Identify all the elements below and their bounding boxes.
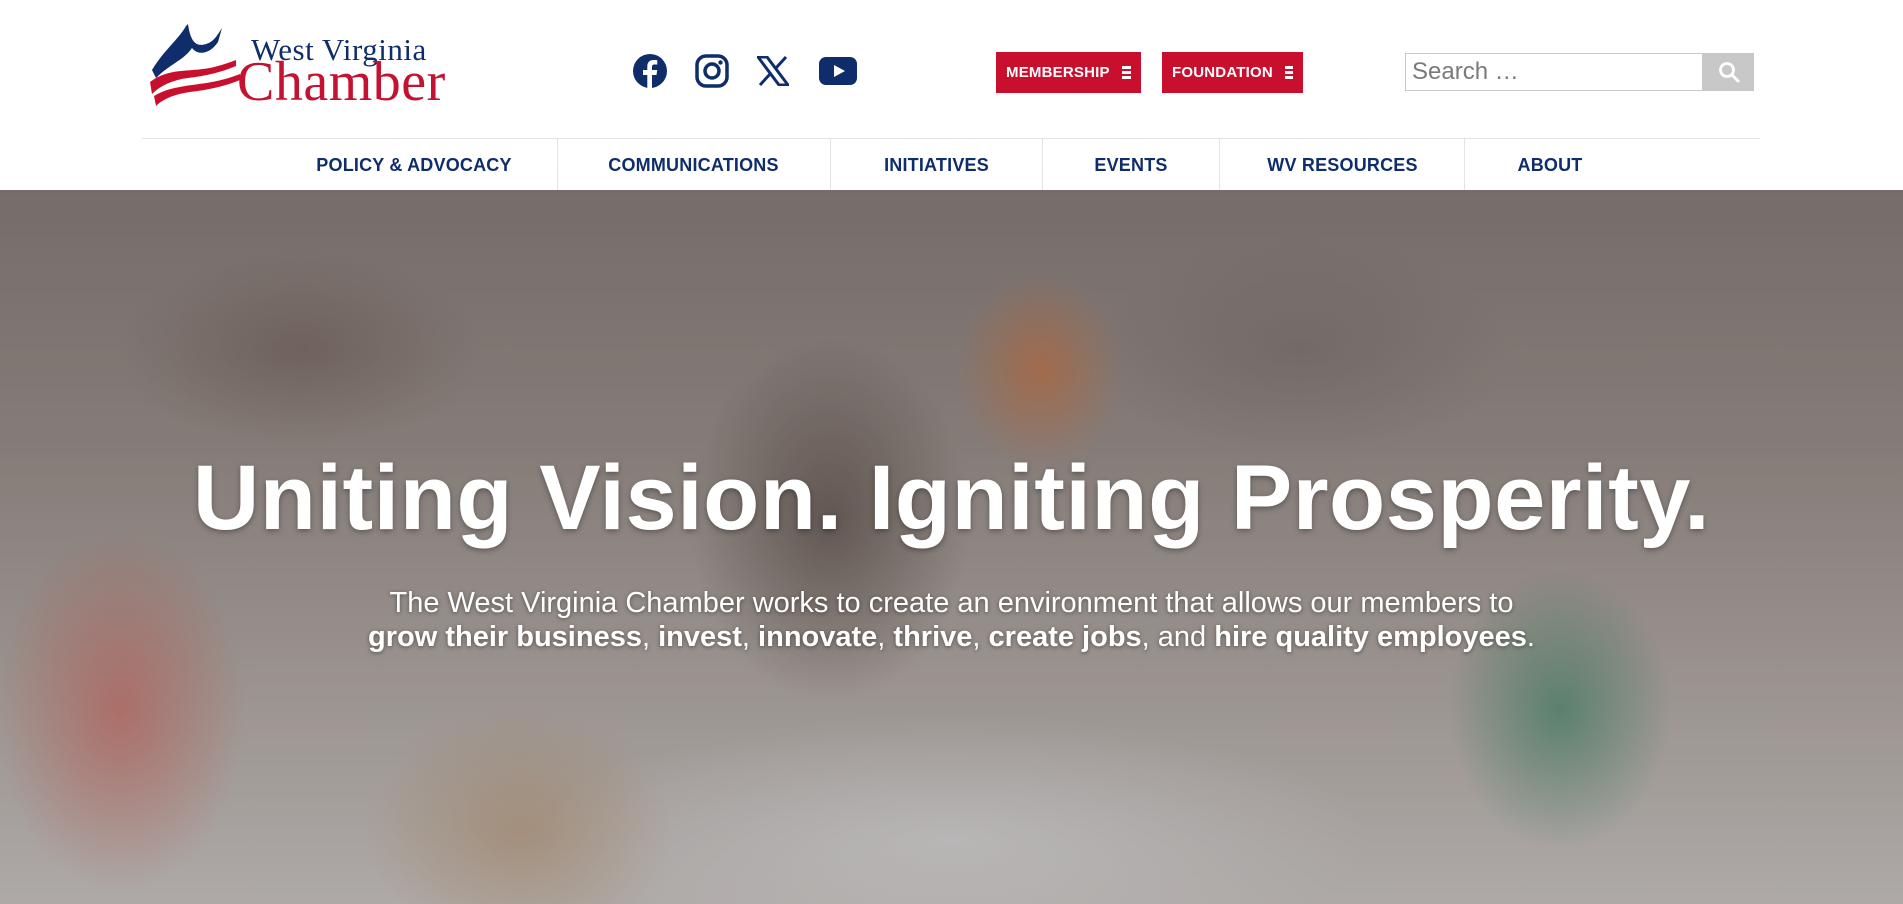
hero-subtitle: The West Virginia Chamber works to creat… (0, 586, 1903, 654)
hero-separator: , (641, 621, 659, 653)
page: West Virginia Chamber MEMBERSHIP FOUNDAT… (0, 0, 1903, 904)
hero-keyword: hire quality employees (1214, 621, 1527, 653)
hero-banner: Uniting Vision. Igniting Prosperity. The… (0, 190, 1903, 904)
hero-keyword: invest (658, 621, 742, 653)
nav-item-communications[interactable]: COMMUNICATIONS (558, 139, 829, 191)
chamber-logo[interactable]: West Virginia Chamber (148, 20, 513, 113)
hero-separator: . (1526, 621, 1535, 653)
search-form (1405, 53, 1754, 91)
hero-separator: , and (1141, 621, 1215, 653)
hero-keyword: innovate (758, 621, 878, 653)
nav-item-events[interactable]: EVENTS (1043, 139, 1219, 191)
hero-separator: , (972, 621, 989, 653)
membership-menu-button[interactable]: MEMBERSHIP (996, 52, 1141, 93)
hero-title: Uniting Vision. Igniting Prosperity. (192, 447, 1711, 549)
hero-keyword: thrive (893, 621, 973, 653)
hero-keyword: create jobs (988, 621, 1142, 653)
youtube-icon[interactable] (818, 50, 858, 92)
hamburger-icon (1284, 64, 1293, 82)
nav-item-policy-advocacy[interactable]: POLICY & ADVOCACY (272, 139, 556, 191)
nav-item-about[interactable]: ABOUT (1465, 139, 1635, 191)
search-icon (1718, 62, 1739, 83)
nav-item-initiatives[interactable]: INITIATIVES (831, 139, 1042, 191)
nav-item-wv-resources[interactable]: WV RESOURCES (1220, 139, 1465, 191)
x-icon[interactable] (754, 50, 792, 92)
hero-separator: , (741, 621, 759, 653)
facebook-icon[interactable] (631, 50, 669, 92)
search-button[interactable] (1703, 53, 1754, 91)
hero-separator: , (877, 621, 894, 653)
foundation-menu-button[interactable]: FOUNDATION (1162, 52, 1303, 93)
foundation-label: FOUNDATION (1172, 64, 1273, 81)
flag-swoosh-icon (150, 24, 240, 106)
search-input[interactable] (1405, 53, 1703, 91)
membership-label: MEMBERSHIP (1006, 64, 1110, 81)
hero-keyword: grow their business (368, 621, 642, 653)
site-header: West Virginia Chamber MEMBERSHIP FOUNDAT… (0, 0, 1903, 138)
instagram-icon[interactable] (693, 50, 731, 92)
hamburger-icon (1121, 64, 1131, 82)
main-nav: POLICY & ADVOCACY COMMUNICATIONS INITIAT… (142, 138, 1760, 191)
hero-subtitle-line-1: The West Virginia Chamber works to creat… (389, 587, 1514, 619)
logo-line-2: Chamber (237, 51, 446, 113)
